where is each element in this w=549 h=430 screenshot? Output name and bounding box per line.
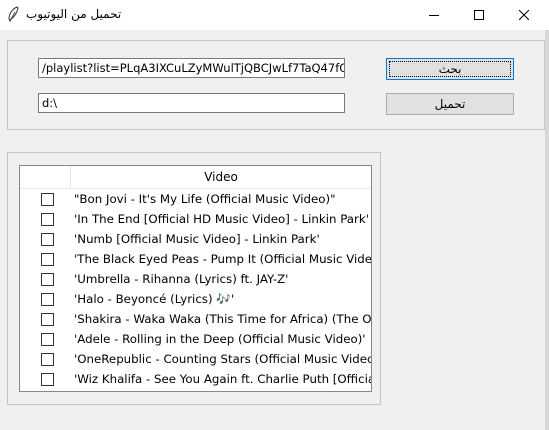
list-item[interactable]: 'The Black Eyed Peas - Pump It (Official…	[20, 250, 371, 270]
input-frame	[7, 40, 545, 130]
video-title: 'The Black Eyed Peas - Pump It (Official…	[74, 252, 372, 266]
row-checkbox[interactable]	[41, 373, 54, 386]
feather-icon	[6, 6, 20, 23]
title-bar: تحميل من اليوتيوب	[0, 0, 549, 30]
list-item[interactable]: 'Wiz Khalifa - See You Again ft. Charlie…	[20, 370, 371, 390]
close-button[interactable]	[501, 0, 547, 30]
video-list[interactable]: Video "Bon Jovi - It's My Life (Official…	[19, 165, 372, 392]
list-item[interactable]: 'Numb [Official Music Video] - Linkin Pa…	[20, 230, 371, 250]
video-title: 'Wiz Khalifa - See You Again ft. Charlie…	[74, 372, 372, 386]
video-title: 'Numb [Official Music Video] - Linkin Pa…	[74, 232, 320, 246]
video-column-header[interactable]: Video	[71, 166, 371, 188]
window-edge	[545, 30, 549, 430]
row-checkbox[interactable]	[41, 233, 54, 246]
row-checkbox[interactable]	[41, 293, 54, 306]
close-icon	[519, 10, 529, 20]
list-item[interactable]: 'Shakira - Waka Waka (This Time for Afri…	[20, 310, 371, 330]
list-header: Video	[20, 166, 371, 189]
row-checkbox[interactable]	[41, 253, 54, 266]
list-item[interactable]: 'Halo - Beyoncé (Lyrics) 🎶'	[20, 290, 371, 310]
video-title: 'Halo - Beyoncé (Lyrics) 🎶'	[74, 292, 235, 306]
download-path-input[interactable]: d:\	[38, 93, 345, 113]
list-item[interactable]: 'Adele - Rolling in the Deep (Official M…	[20, 330, 371, 350]
maximize-icon	[474, 10, 484, 20]
search-button[interactable]: بحث	[386, 58, 514, 80]
video-title: 'Adele - Rolling in the Deep (Official M…	[74, 332, 366, 346]
row-checkbox[interactable]	[41, 193, 54, 206]
video-title: 'OneRepublic - Counting Stars (Official …	[74, 352, 372, 366]
minimize-icon	[429, 10, 439, 20]
video-title: 'Shakira - Waka Waka (This Time for Afri…	[74, 312, 372, 326]
list-rows: "Bon Jovi - It's My Life (Official Music…	[20, 190, 371, 390]
video-title: 'Umbrella - Rihanna (Lyrics) ft. JAY-Z'	[74, 272, 289, 286]
row-checkbox[interactable]	[41, 273, 54, 286]
list-item[interactable]: 'OneRepublic - Counting Stars (Official …	[20, 350, 371, 370]
video-title: "Bon Jovi - It's My Life (Official Music…	[74, 192, 336, 206]
row-checkbox[interactable]	[41, 213, 54, 226]
video-title: 'In The End [Official HD Music Video] - …	[74, 212, 369, 226]
row-checkbox[interactable]	[41, 313, 54, 326]
window-title: تحميل من اليوتيوب	[26, 7, 122, 21]
maximize-button[interactable]	[456, 0, 502, 30]
row-checkbox[interactable]	[41, 353, 54, 366]
list-item[interactable]: 'Umbrella - Rihanna (Lyrics) ft. JAY-Z'	[20, 270, 371, 290]
list-item[interactable]: 'In The End [Official HD Music Video] - …	[20, 210, 371, 230]
checkbox-column-header[interactable]	[20, 166, 71, 188]
row-checkbox[interactable]	[41, 333, 54, 346]
download-button[interactable]: تحميل	[386, 93, 514, 115]
playlist-url-input[interactable]: /playlist?list=PLqA3IXCuLZyMWulTjQBCJwLf…	[38, 58, 345, 78]
list-item[interactable]: "Bon Jovi - It's My Life (Official Music…	[20, 190, 371, 210]
minimize-button[interactable]	[411, 0, 457, 30]
